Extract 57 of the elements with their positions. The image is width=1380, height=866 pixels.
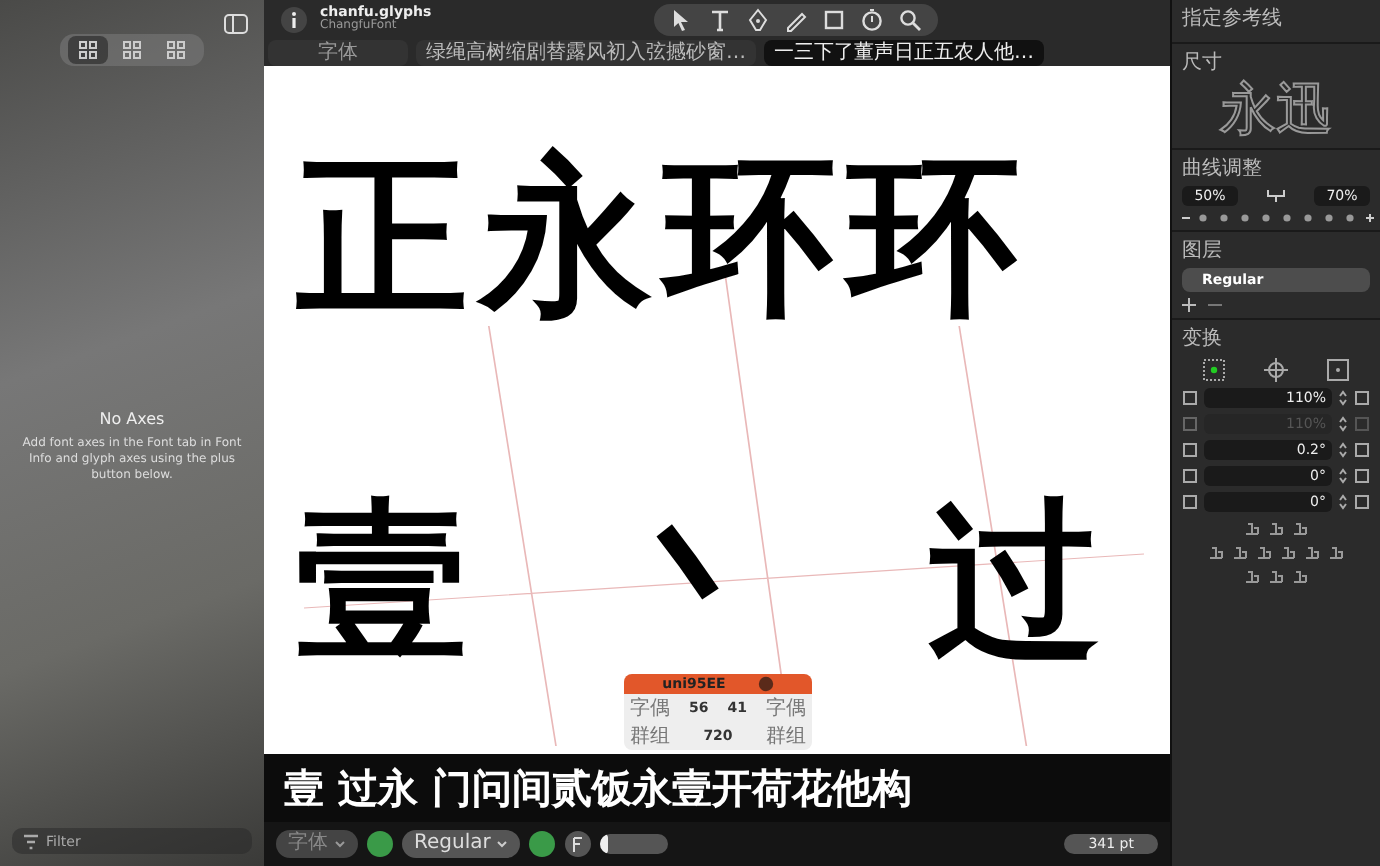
dimension-preview: 永迅 — [1216, 80, 1334, 142]
crosshair-icon[interactable] — [1263, 357, 1288, 382]
group-label: 群组 — [630, 724, 670, 750]
view-switcher[interactable] — [60, 34, 204, 66]
section-title: 指定参考线 — [1182, 5, 1284, 32]
eye-button-icon[interactable] — [366, 830, 394, 858]
kerning-label: 字偶 — [630, 695, 670, 722]
section-title: 曲线调整 — [1182, 155, 1264, 182]
add-icon[interactable] — [1182, 297, 1196, 312]
layer-menu[interactable]: Regular — [402, 830, 521, 858]
text-icon[interactable] — [707, 7, 732, 31]
empty-title: No Axes — [99, 410, 165, 429]
document-tab[interactable]: 字体 — [268, 39, 408, 65]
align-icon[interactable] — [1232, 543, 1248, 560]
close-icon[interactable] — [757, 676, 774, 692]
document-tab[interactable]: 一三下了董声日正五农人他… — [764, 39, 1044, 65]
font-button-icon[interactable] — [564, 830, 593, 858]
info-icon[interactable] — [280, 5, 308, 33]
group-label: 群组 — [766, 724, 806, 750]
pencil-icon[interactable] — [783, 7, 808, 31]
document-tab[interactable]: 绿绳高树缩剧替露风初入弦撼砂窗… — [416, 39, 756, 65]
align-icon[interactable] — [1268, 519, 1284, 536]
section-title: 尺寸 — [1182, 49, 1224, 76]
sidebar-toggle-icon[interactable] — [224, 14, 248, 34]
stepper-icon[interactable] — [1338, 389, 1348, 406]
kerning-label: 字偶 — [766, 695, 806, 722]
search-icon[interactable] — [897, 7, 922, 31]
align-icon[interactable] — [1292, 567, 1308, 584]
align-icon[interactable] — [1244, 519, 1260, 536]
stopwatch-icon[interactable] — [859, 7, 884, 31]
align-icon[interactable] — [1244, 567, 1260, 584]
section-title: 图层 — [1182, 237, 1224, 264]
curve-dots-drawing[interactable] — [1182, 211, 1374, 224]
filter-icon — [22, 834, 40, 850]
preview-text: 壹 过永 门问间贰饭永壹开荷花他构 — [284, 761, 912, 815]
link-icon[interactable] — [1266, 187, 1286, 204]
caret-icon — [496, 840, 509, 848]
align-icon[interactable] — [1280, 543, 1296, 560]
stepper-icon[interactable] — [1338, 467, 1348, 484]
align-icon[interactable] — [1256, 543, 1272, 560]
origin-grid-icon[interactable] — [1201, 357, 1226, 382]
stepper-icon[interactable] — [1338, 415, 1348, 432]
color-button-icon[interactable] — [528, 830, 557, 858]
align-icon[interactable] — [1304, 543, 1320, 560]
pen-icon[interactable] — [745, 7, 770, 31]
glyph-line[interactable]: 壹 丶 过 — [296, 496, 1112, 668]
rectangle-icon[interactable] — [821, 7, 846, 31]
caret-icon — [334, 840, 346, 848]
align-icon[interactable] — [1292, 519, 1308, 536]
align-icon[interactable] — [1268, 567, 1284, 584]
stepper-icon[interactable] — [1338, 493, 1348, 510]
align-icon[interactable] — [1208, 543, 1224, 560]
stepper-icon[interactable] — [1338, 441, 1348, 458]
align-icon[interactable] — [1328, 543, 1344, 560]
view-icon[interactable] — [68, 36, 108, 64]
section-title: 变换 — [1182, 325, 1224, 352]
slider-fill[interactable] — [600, 834, 609, 854]
